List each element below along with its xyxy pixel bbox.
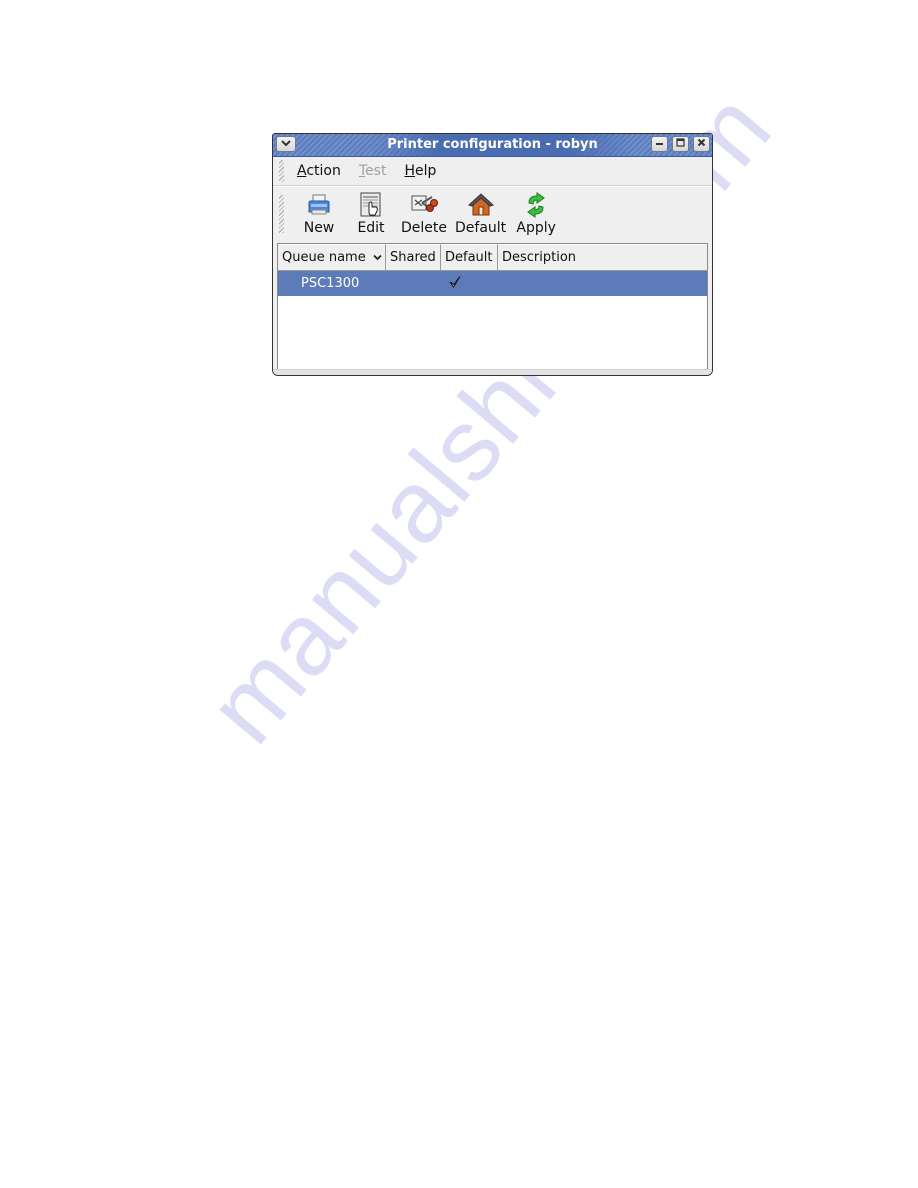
printer-config-window: Printer configuration - robyn Action Tes…	[272, 133, 713, 376]
column-header-default[interactable]: Default	[441, 244, 498, 270]
list-header: Queue name Shared Default Description	[278, 244, 707, 271]
toolbar: New Edit Delete Default Apply	[273, 186, 712, 245]
default-button[interactable]: Default	[451, 191, 510, 236]
menu-action[interactable]: Action	[297, 163, 341, 179]
close-button[interactable]	[693, 136, 710, 152]
table-row[interactable]: PSC1300	[278, 271, 707, 296]
title-bar[interactable]: Printer configuration - robyn	[273, 134, 712, 157]
delete-button[interactable]: Delete	[397, 191, 451, 236]
maximize-icon	[676, 138, 685, 150]
menu-test: Test	[358, 163, 387, 179]
edit-button[interactable]: Edit	[345, 191, 397, 236]
toolbar-grip-handle[interactable]	[279, 195, 284, 233]
window-bottom-edge	[273, 369, 712, 375]
column-header-description[interactable]: Description	[498, 244, 707, 270]
printer-icon	[305, 191, 333, 219]
minimize-button[interactable]	[651, 136, 668, 152]
column-header-queue-name[interactable]: Queue name	[278, 244, 386, 270]
sort-descending-icon	[370, 250, 382, 265]
maximize-button[interactable]	[672, 136, 689, 152]
menubar-grip-handle[interactable]	[279, 160, 284, 182]
default-cell[interactable]	[441, 275, 498, 293]
minimize-icon	[655, 138, 664, 150]
menu-bar: Action Test Help	[273, 157, 712, 186]
window-title: Printer configuration - robyn	[387, 137, 598, 152]
apply-button[interactable]: Apply	[510, 191, 562, 236]
column-header-shared[interactable]: Shared	[386, 244, 441, 270]
close-icon	[697, 138, 706, 150]
home-icon	[467, 191, 495, 219]
printer-queue-list[interactable]: Queue name Shared Default Description PS…	[277, 243, 708, 370]
new-button[interactable]: New	[293, 191, 345, 236]
scissors-delete-icon	[410, 191, 438, 219]
checkmark-icon	[448, 275, 462, 293]
edit-document-icon	[357, 191, 385, 219]
refresh-arrows-icon	[522, 191, 550, 219]
queue-name-cell: PSC1300	[301, 276, 360, 291]
menu-help[interactable]: Help	[404, 163, 436, 179]
